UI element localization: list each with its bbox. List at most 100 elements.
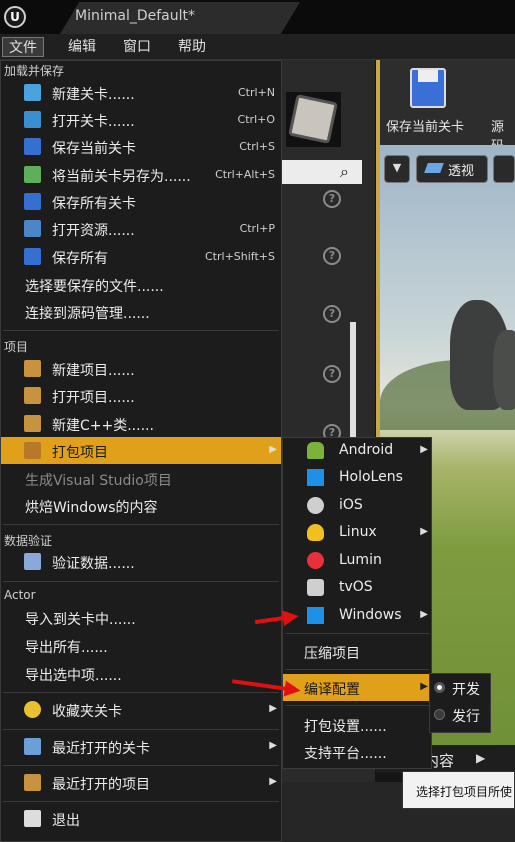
submenu-arrow-icon: ▶ — [269, 703, 277, 714]
menu-item-validate-data[interactable]: 验证数据...... — [1, 548, 281, 575]
menu-item-supported-platforms[interactable]: 支持平台...... — [283, 738, 431, 765]
menu-help[interactable]: 帮助 — [172, 37, 212, 57]
menu-item-save-level-as[interactable]: 将当前关卡另存为...... Ctrl+Alt+S — [1, 161, 281, 188]
help-icon[interactable]: ? — [323, 190, 341, 208]
platform-item-linux[interactable]: Linux ▶ — [283, 519, 431, 546]
appletv-icon — [307, 579, 324, 596]
menu-item-recent-levels[interactable]: 最近打开的关卡 ▶ — [1, 733, 281, 760]
save-all-levels-icon — [24, 193, 41, 210]
help-icon[interactable]: ? — [323, 365, 341, 383]
radio-selected-icon — [434, 682, 445, 693]
new-project-icon — [24, 360, 41, 377]
menu-item-import-into-level[interactable]: 导入到关卡中...... — [1, 604, 281, 631]
section-project: 项目 — [4, 340, 29, 354]
save-all-icon — [24, 248, 41, 265]
menu-item-exit[interactable]: 退出 — [1, 805, 281, 832]
menu-separator — [285, 633, 429, 634]
linux-penguin-icon — [307, 524, 324, 541]
menu-separator — [3, 692, 279, 693]
exit-icon — [24, 810, 41, 827]
menu-separator — [3, 581, 279, 582]
submenu-arrow-icon: ▶ — [420, 444, 428, 455]
menu-window[interactable]: 窗口 — [117, 37, 157, 57]
platform-item-windows[interactable]: Windows ▶ — [283, 602, 431, 629]
platform-item-tvos[interactable]: tvOS — [283, 574, 431, 601]
menu-separator — [3, 729, 279, 730]
menu-item-choose-files-to-save[interactable]: 选择要保存的文件...... — [1, 271, 281, 298]
chevron-right-icon[interactable]: ▶ — [476, 751, 485, 765]
radio-unselected-icon — [434, 709, 445, 720]
menu-item-open-level[interactable]: 打开关卡...... Ctrl+O — [1, 106, 281, 133]
new-cpp-class-icon — [24, 415, 41, 432]
viewport-options-dropdown[interactable]: ▼ — [384, 155, 410, 183]
menu-item-save-current-level[interactable]: 保存当前关卡 Ctrl+S — [1, 133, 281, 160]
menu-item-new-project[interactable]: 新建项目...... — [1, 355, 281, 382]
platform-item-lumin[interactable]: Lumin — [283, 547, 431, 574]
menu-item-new-level[interactable]: 新建关卡...... Ctrl+N — [1, 79, 281, 106]
platform-item-android[interactable]: Android ▶ — [283, 437, 431, 464]
submenu-arrow-icon: ▶ — [420, 681, 428, 692]
recent-levels-icon — [24, 738, 41, 755]
validate-icon — [24, 553, 41, 570]
build-config-shipping[interactable]: 发行 — [430, 701, 490, 728]
section-data-validation: 数据验证 — [4, 534, 53, 548]
menu-item-open-project[interactable]: 打开项目...... — [1, 382, 281, 409]
open-project-icon — [24, 387, 41, 404]
new-level-icon — [24, 84, 41, 101]
menu-separator — [285, 705, 429, 706]
document-tab-label: Minimal_Default* — [75, 8, 195, 24]
submenu-arrow-icon: ▶ — [420, 526, 428, 537]
open-level-icon — [24, 111, 41, 128]
package-icon — [24, 442, 41, 459]
recent-projects-icon — [24, 774, 41, 791]
save-icon — [24, 138, 41, 155]
menu-item-packaging-settings[interactable]: 打包设置...... — [283, 711, 431, 738]
build-config-development[interactable]: 开发 — [430, 674, 490, 701]
menu-item-open-asset[interactable]: 打开资源...... Ctrl+P — [1, 215, 281, 242]
menu-item-connect-source-control[interactable]: 连接到源码管理...... — [1, 298, 281, 325]
section-actor: Actor — [4, 588, 36, 602]
menu-item-export-all[interactable]: 导出所有...... — [1, 632, 281, 659]
apple-icon — [307, 497, 324, 514]
menu-item-save-all[interactable]: 保存所有 Ctrl+Shift+S — [1, 243, 281, 270]
tooltip-text: 选择打包项目所使 — [416, 785, 513, 799]
section-load-save: 加载并保存 — [4, 64, 65, 78]
platform-item-hololens[interactable]: HoloLens — [283, 464, 431, 491]
save-icon-label-slot — [418, 70, 438, 82]
menu-item-new-cpp-class[interactable]: 新建C++类...... — [1, 410, 281, 437]
menu-separator — [3, 524, 279, 525]
menu-separator — [3, 330, 279, 331]
help-icon[interactable]: ? — [323, 247, 341, 265]
submenu-arrow-icon: ▶ — [269, 740, 277, 751]
view-mode-button[interactable] — [493, 155, 515, 183]
android-icon — [307, 442, 324, 459]
submenu-arrow-icon: ▶ — [420, 609, 428, 620]
help-icon[interactable]: ? — [323, 305, 341, 323]
menu-item-favorite-levels[interactable]: 收藏夹关卡 ▶ — [1, 696, 281, 723]
menu-separator — [3, 765, 279, 766]
menu-item-build-configuration[interactable]: 编译配置 ▶ — [283, 674, 431, 701]
menu-edit[interactable]: 编辑 — [62, 37, 102, 57]
unreal-logo-icon: U — [4, 6, 26, 28]
star-icon — [24, 701, 41, 718]
open-asset-icon — [24, 220, 41, 237]
lumin-icon — [307, 552, 324, 569]
menu-item-recent-projects[interactable]: 最近打开的项目 ▶ — [1, 769, 281, 796]
windows-icon — [307, 607, 324, 624]
save-as-icon — [24, 166, 41, 183]
platform-item-ios[interactable]: iOS — [283, 492, 431, 519]
menu-item-package-project[interactable]: 打包项目 ▶ — [1, 437, 281, 464]
menu-item-zip-project[interactable]: 压缩项目 — [283, 638, 431, 665]
menu-item-save-all-levels[interactable]: 保存所有关卡 — [1, 188, 281, 215]
menu-item-cook-windows[interactable]: 烘焙Windows的内容 — [1, 492, 281, 519]
search-icon[interactable]: ⌕ — [340, 162, 360, 182]
toolbar-save-label[interactable]: 保存当前关卡 — [386, 116, 464, 135]
menu-separator — [285, 669, 429, 670]
submenu-arrow-icon: ▶ — [269, 444, 277, 455]
box-asset-icon — [288, 94, 338, 144]
menu-item-generate-vs-project[interactable]: 生成Visual Studio项目 — [1, 465, 281, 492]
viewport-rock — [493, 330, 515, 410]
submenu-arrow-icon: ▶ — [269, 776, 277, 787]
windows-icon — [307, 469, 324, 486]
menu-file[interactable]: 文件 — [2, 37, 44, 57]
